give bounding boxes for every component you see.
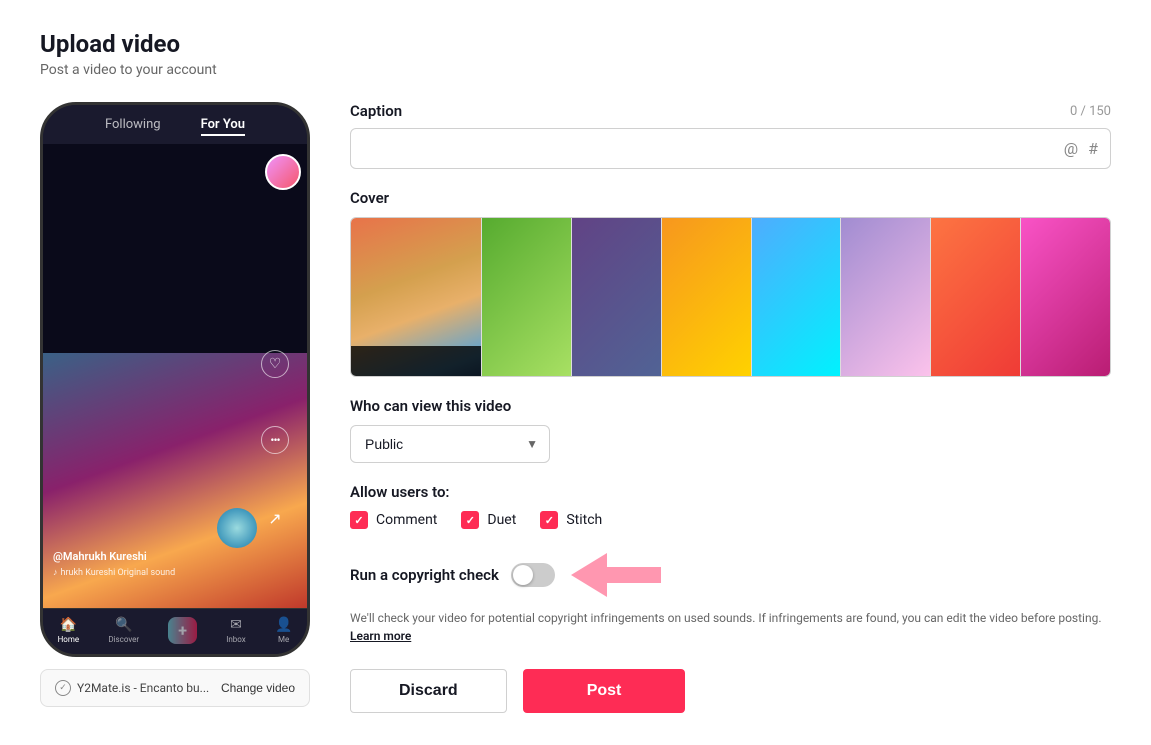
cover-frame-7[interactable] xyxy=(1020,218,1110,376)
at-icon[interactable]: @ xyxy=(1064,139,1078,158)
page-subtitle: Post a video to your account xyxy=(40,62,1111,78)
caption-icons: @ # xyxy=(1064,139,1098,158)
cover-selected-bar xyxy=(351,346,481,376)
change-video-button[interactable]: Change video xyxy=(221,681,295,695)
right-panel: Caption 0 / 150 @ # Cover xyxy=(350,102,1111,713)
copyright-description: We'll check your video for potential cop… xyxy=(350,609,1111,645)
check-icon: ✓ xyxy=(55,680,71,696)
avatar xyxy=(265,154,301,190)
phone-tab-following: Following xyxy=(105,117,161,136)
nav-inbox[interactable]: ✉ Inbox xyxy=(226,617,246,644)
checkboxes-row: Comment Duet Stitch xyxy=(350,511,1111,529)
duet-checkbox[interactable] xyxy=(461,511,479,529)
nav-home[interactable]: 🏠 Home xyxy=(58,617,80,644)
cover-frame-5[interactable] xyxy=(840,218,930,376)
learn-more-link[interactable]: Learn more xyxy=(350,629,411,643)
cover-label: Cover xyxy=(350,189,1111,207)
phone-bottom-nav: 🏠 Home 🔍 Discover + ✉ Inbox 👤 Me xyxy=(43,608,307,654)
checkbox-comment[interactable]: Comment xyxy=(350,511,437,529)
char-count: 0 / 150 xyxy=(1070,104,1111,119)
hash-icon[interactable]: # xyxy=(1088,139,1098,158)
duet-label: Duet xyxy=(487,512,516,528)
who-can-view-label: Who can view this video xyxy=(350,397,1111,415)
checkbox-stitch[interactable]: Stitch xyxy=(540,511,602,529)
video-source-info: ✓ Y2Mate.is - Encanto bu... xyxy=(55,680,209,696)
cover-selected-frame[interactable] xyxy=(351,218,481,376)
inbox-icon: ✉ xyxy=(230,617,242,633)
page-title: Upload video xyxy=(40,30,1111,58)
discard-button[interactable]: Discard xyxy=(350,669,507,713)
post-button[interactable]: Post xyxy=(523,669,686,713)
cover-frame-1[interactable] xyxy=(481,218,571,376)
checkbox-duet[interactable]: Duet xyxy=(461,511,516,529)
phone-preview: Following For You ♡ xyxy=(40,102,310,657)
cover-frame-2[interactable] xyxy=(571,218,661,376)
cover-strip[interactable] xyxy=(350,217,1111,377)
action-row: Discard Post xyxy=(350,669,1111,713)
copyright-section: Run a copyright check We'll check your v… xyxy=(350,549,1111,645)
allow-users-label: Allow users to: xyxy=(350,483,1111,501)
nav-discover[interactable]: 🔍 Discover xyxy=(108,617,139,644)
caption-input[interactable] xyxy=(363,141,1064,157)
stitch-label: Stitch xyxy=(566,512,602,528)
copyright-toggle[interactable] xyxy=(511,563,555,587)
nav-create[interactable]: + xyxy=(168,617,197,644)
video-sound: ♪ hrukh Kureshi Original sound xyxy=(53,567,175,578)
copyright-row: Run a copyright check xyxy=(350,549,1111,601)
visibility-dropdown[interactable]: Public Friends Private ▼ xyxy=(350,425,550,463)
comment-label: Comment xyxy=(376,512,437,528)
video-source-label: Y2Mate.is - Encanto bu... xyxy=(77,681,209,695)
cover-filmstrip xyxy=(481,218,1110,376)
video-source-bar: ✓ Y2Mate.is - Encanto bu... Change video xyxy=(40,669,310,707)
visibility-select[interactable]: Public Friends Private xyxy=(350,425,550,463)
phone-tab-foryou: For You xyxy=(201,117,245,136)
discover-icon: 🔍 xyxy=(115,617,132,633)
toggle-knob xyxy=(513,565,533,585)
arrow-pointer xyxy=(571,549,661,601)
phone-top-bar: Following For You xyxy=(43,105,307,144)
cover-frame-6[interactable] xyxy=(930,218,1020,376)
allow-users-section: Allow users to: Comment Duet Stitch xyxy=(350,483,1111,529)
arrow-icon xyxy=(571,549,661,601)
stitch-checkbox[interactable] xyxy=(540,511,558,529)
home-icon: 🏠 xyxy=(60,617,77,633)
video-username: @Mahrukh Kureshi xyxy=(53,550,175,563)
phone-video-area: ♡ ••• ↗ @Mahrukh Kureshi ♪ xyxy=(43,144,307,608)
caption-input-wrap: @ # xyxy=(350,128,1111,169)
video-user-info: @Mahrukh Kureshi ♪ hrukh Kureshi Origina… xyxy=(53,550,175,578)
caption-label: Caption 0 / 150 xyxy=(350,102,1111,120)
cover-frame-3[interactable] xyxy=(661,218,751,376)
profile-icon: 👤 xyxy=(275,617,292,633)
plus-icon: + xyxy=(168,617,197,644)
copyright-label: Run a copyright check xyxy=(350,566,499,584)
cover-frame-4[interactable] xyxy=(751,218,841,376)
nav-me[interactable]: 👤 Me xyxy=(275,617,292,644)
comment-checkbox[interactable] xyxy=(350,511,368,529)
